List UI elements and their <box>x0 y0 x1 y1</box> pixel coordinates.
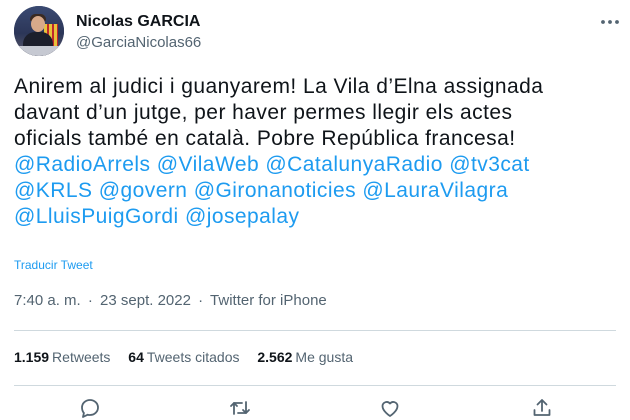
quotes-label: Tweets citados <box>146 349 240 365</box>
tweet-text-line: davant d’un jutge, per haver permes lleg… <box>14 101 513 124</box>
reply-icon[interactable] <box>78 396 102 420</box>
mention-link[interactable]: @tv3cat <box>449 153 530 176</box>
translate-tweet-link[interactable]: Traducir Tweet <box>14 258 93 272</box>
tweet-text-line: Anirem al judici i guanyarem! La Vila d’… <box>14 75 544 98</box>
mention-link[interactable]: @LluisPuigGordi <box>14 205 179 228</box>
mention-link[interactable]: @josepalay <box>185 205 300 228</box>
mention-line: @RadioArrels @VilaWeb @CatalunyaRadio @t… <box>14 152 619 178</box>
divider <box>14 385 616 386</box>
tweet-header: Nicolas GARCIA @GarciaNicolas66 <box>14 6 624 56</box>
share-icon[interactable] <box>530 396 554 420</box>
mention-line: @KRLS @govern @Gironanoticies @LauraVila… <box>14 178 619 204</box>
likes-count: 2.562 <box>257 349 293 365</box>
meta-separator: · <box>198 292 204 309</box>
retweets-label: Retweets <box>52 349 111 365</box>
retweet-icon[interactable] <box>228 396 252 420</box>
mention-link[interactable]: @Gironanoticies <box>194 179 356 202</box>
retweets-count: 1.159 <box>14 349 50 365</box>
mention-link[interactable]: @LauraVilagra <box>362 179 508 202</box>
tweet-time[interactable]: 7:40 a. m. <box>14 292 81 309</box>
tweet-text-line: oficials també en català. Pobre Repúblic… <box>14 127 516 150</box>
tweet-source[interactable]: Twitter for iPhone <box>210 292 327 309</box>
quotes-count: 64 <box>128 349 144 365</box>
tweet-meta: 7:40 a. m. · 23 sept. 2022 · Twitter for… <box>14 292 327 309</box>
mention-link[interactable]: @govern <box>99 179 188 202</box>
retweets-stat[interactable]: 1.159 Retweets <box>14 349 110 365</box>
divider <box>14 330 616 331</box>
mention-link[interactable]: @CatalunyaRadio <box>265 153 443 176</box>
meta-separator: · <box>87 292 93 309</box>
tweet-stats: 1.159 Retweets 64 Tweets citados 2.562 Me g… <box>14 349 367 365</box>
likes-stat[interactable]: 2.562 Me gusta <box>257 349 353 365</box>
tweet-date[interactable]: 23 sept. 2022 <box>100 292 191 309</box>
tweet-card: Nicolas GARCIA @GarciaNicolas66 Anirem a… <box>0 0 630 420</box>
like-icon[interactable] <box>378 396 402 420</box>
author-name[interactable]: Nicolas GARCIA <box>76 13 200 31</box>
author-handle[interactable]: @GarciaNicolas66 <box>76 34 201 51</box>
more-icon[interactable] <box>598 10 622 34</box>
mention-link[interactable]: @RadioArrels <box>14 153 150 176</box>
mention-line: @LluisPuigGordi @josepalay <box>14 204 619 230</box>
action-bar <box>0 396 630 420</box>
mention-link[interactable]: @VilaWeb <box>157 153 259 176</box>
mention-link[interactable]: @KRLS <box>14 179 92 202</box>
avatar[interactable] <box>14 6 64 56</box>
tweet-text: Anirem al judici i guanyarem! La Vila d’… <box>14 74 619 230</box>
likes-label: Me gusta <box>295 349 354 365</box>
quotes-stat[interactable]: 64 Tweets citados <box>128 349 239 365</box>
